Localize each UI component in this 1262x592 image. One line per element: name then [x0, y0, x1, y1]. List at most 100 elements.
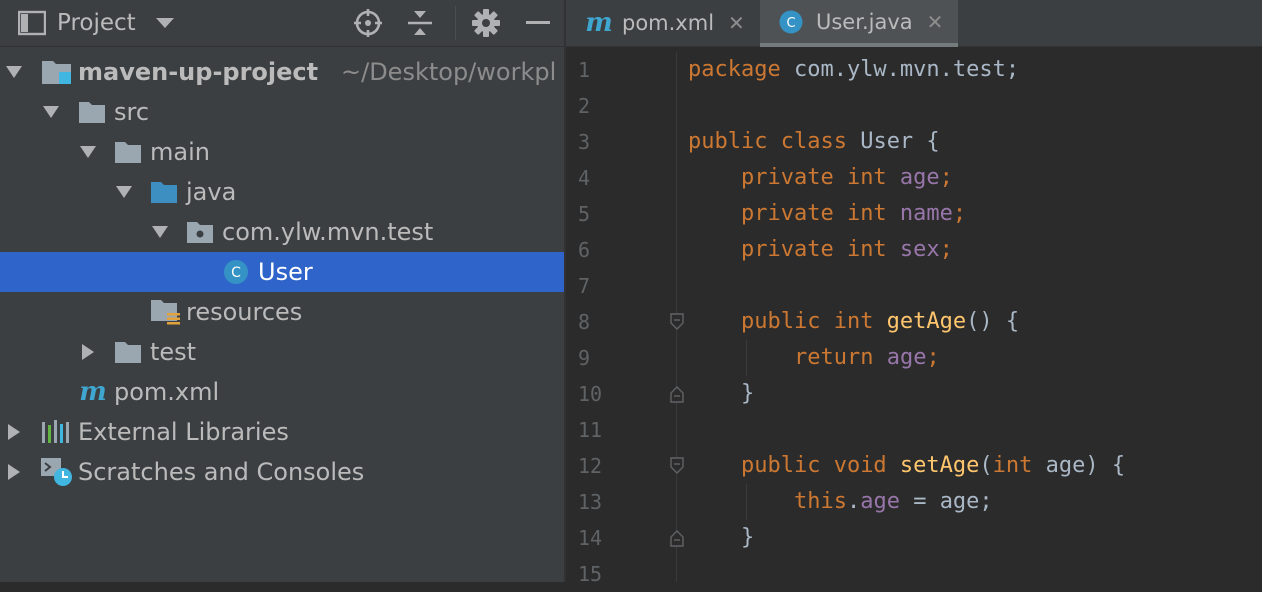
- project-view-icon[interactable]: [18, 10, 46, 36]
- close-icon[interactable]: ✕: [927, 10, 944, 34]
- code-line: private int sex;: [688, 232, 1125, 268]
- expanded-arrow-icon[interactable]: [79, 132, 97, 172]
- expanded-arrow-icon[interactable]: [115, 172, 133, 212]
- line-number: 11: [578, 418, 603, 442]
- collapsed-arrow-icon[interactable]: [5, 412, 23, 452]
- locate-icon[interactable]: [353, 8, 383, 38]
- tree-item-path: ~/Desktop/workpl: [341, 58, 557, 86]
- code-text: = age;: [899, 489, 993, 514]
- code-line: private int name;: [688, 196, 1125, 232]
- project-panel: Project maven-up-project ~/Desktop/workp…: [0, 0, 564, 582]
- dropdown-icon[interactable]: [154, 14, 176, 32]
- tree-item-pom[interactable]: m pom.xml: [0, 372, 564, 412]
- code-text: ;: [952, 201, 967, 226]
- libraries-icon: [40, 412, 72, 452]
- tree-item-label: resources: [186, 298, 303, 326]
- header-separator: [455, 6, 456, 40]
- line-number: 7: [578, 274, 591, 298]
- line-number: 15: [578, 562, 603, 586]
- tree-item-label: pom.xml: [114, 378, 220, 406]
- line-number: 4: [578, 166, 591, 190]
- svg-text:m: m: [585, 9, 613, 37]
- code-line: public int getAge() {: [688, 304, 1125, 340]
- field: age: [886, 165, 940, 190]
- tree-item-scratches[interactable]: Scratches and Consoles: [0, 452, 564, 492]
- project-panel-title[interactable]: Project: [57, 0, 136, 47]
- line-number: 9: [578, 346, 591, 370]
- expanded-arrow-icon[interactable]: [151, 212, 169, 252]
- keyword: this: [793, 489, 847, 514]
- fold-start-icon[interactable]: [670, 313, 684, 335]
- line-number: 8: [578, 310, 591, 334]
- tree-item-label: User: [258, 258, 313, 286]
- tree-item-label: com.ylw.mvn.test: [222, 218, 434, 246]
- tree-item-package[interactable]: com.ylw.mvn.test: [0, 212, 564, 252]
- code-area[interactable]: package com.ylw.mvn.test; public class U…: [688, 52, 1125, 556]
- code-text: com.ylw.mvn.test;: [780, 57, 1020, 82]
- line-number: 10: [578, 382, 603, 406]
- code-text: () {: [966, 309, 1020, 334]
- expanded-arrow-icon[interactable]: [5, 52, 23, 92]
- line-number: 13: [578, 490, 603, 514]
- collapsed-arrow-icon[interactable]: [79, 332, 97, 372]
- fold-end-icon[interactable]: [670, 385, 684, 407]
- editor-panel: m pom.xml ✕ C User.java ✕ 1 2 3 4 5 6 7 …: [564, 0, 1262, 586]
- project-panel-header: Project: [0, 0, 564, 47]
- tree-item-label: External Libraries: [78, 418, 289, 446]
- keyword: private int: [740, 201, 887, 226]
- tree-item-label: maven-up-project: [78, 58, 319, 86]
- fold-end-icon[interactable]: [670, 529, 684, 551]
- code-line: return age;: [688, 340, 1125, 376]
- class-icon: C: [778, 9, 804, 35]
- tab-user-java[interactable]: C User.java ✕: [760, 0, 958, 47]
- line-number: 14: [578, 526, 603, 550]
- line-number: 12: [578, 454, 603, 478]
- collapsed-arrow-icon[interactable]: [5, 452, 23, 492]
- code-line: package com.ylw.mvn.test;: [688, 52, 1125, 88]
- module-folder-icon: [41, 52, 73, 92]
- tree-item-test[interactable]: test: [0, 332, 564, 372]
- keyword: private int: [740, 165, 887, 190]
- tree-item-resources[interactable]: resources: [0, 292, 564, 332]
- svg-text:C: C: [786, 16, 795, 31]
- tab-pom-xml[interactable]: m pom.xml ✕: [566, 0, 758, 46]
- field: sex: [886, 237, 940, 262]
- code-line: public class User {: [688, 124, 1125, 160]
- code-text: .: [846, 489, 861, 514]
- keyword: int: [992, 453, 1033, 478]
- code-text: (: [979, 453, 993, 478]
- code-line: private int age;: [688, 160, 1125, 196]
- svg-text:C: C: [231, 265, 241, 281]
- code-text: ;: [926, 345, 940, 370]
- tab-label: pom.xml: [622, 11, 715, 35]
- scratches-icon: [40, 452, 74, 492]
- line-number: 5: [578, 202, 591, 226]
- hide-icon[interactable]: [524, 8, 552, 38]
- line-number: 1: [578, 58, 591, 82]
- code-line: }: [688, 376, 1125, 412]
- folder-icon: [114, 132, 142, 172]
- folder-icon: [114, 332, 142, 372]
- tree-item-external-libraries[interactable]: External Libraries: [0, 412, 564, 452]
- code-text: {: [913, 129, 940, 154]
- gear-icon[interactable]: [471, 8, 501, 38]
- tree-item-user[interactable]: C User: [0, 252, 564, 292]
- close-icon[interactable]: ✕: [728, 11, 745, 35]
- tree-item-java[interactable]: java: [0, 172, 564, 212]
- code-line: public void setAge(int age) {: [688, 448, 1125, 484]
- maven-icon: m: [584, 9, 614, 37]
- fold-start-icon[interactable]: [670, 457, 684, 479]
- tree-item-label: src: [114, 98, 150, 126]
- source-folder-icon: [150, 172, 178, 212]
- collapse-all-icon[interactable]: [405, 8, 435, 38]
- maven-icon: m: [78, 372, 108, 412]
- tab-label: User.java: [816, 9, 913, 34]
- tree-item-maven-up-project[interactable]: maven-up-project ~/Desktop/workpl: [0, 52, 564, 92]
- tree-item-src[interactable]: src: [0, 92, 564, 132]
- expanded-arrow-icon[interactable]: [42, 92, 60, 132]
- tree-item-main[interactable]: main: [0, 132, 564, 172]
- keyword: public void: [740, 453, 887, 478]
- project-tree: maven-up-project ~/Desktop/workpl src ma…: [0, 52, 564, 492]
- code-text: }: [740, 525, 755, 550]
